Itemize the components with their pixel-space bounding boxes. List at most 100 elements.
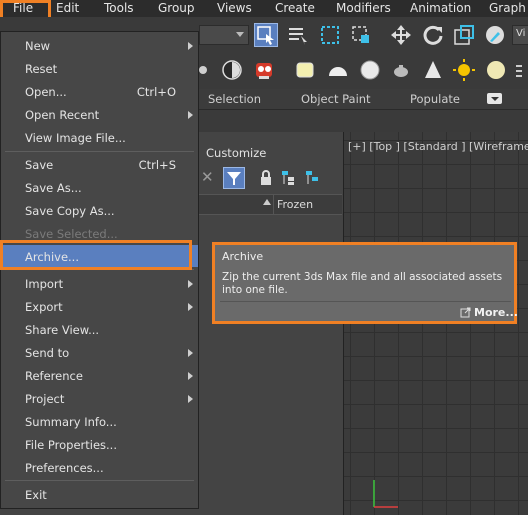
tooltip-body: Zip the current 3ds Max file and all ass… <box>222 271 503 296</box>
menu-graph[interactable]: Graph <box>489 1 526 15</box>
rect-select-icon <box>321 26 339 44</box>
viewport-label[interactable]: [+] [Top ] [Standard ] [Wireframe ] <box>348 140 528 153</box>
rectangular-selection-button[interactable] <box>319 24 341 46</box>
toolbar-overflow[interactable] <box>516 61 524 79</box>
render-button[interactable] <box>253 59 275 81</box>
render-teapot-icon <box>256 63 272 79</box>
ribbon-tab-populate[interactable]: Populate <box>410 92 460 106</box>
move-icon <box>391 25 411 45</box>
cone-button[interactable] <box>422 59 444 81</box>
save-shortcut: Ctrl+S <box>138 158 176 172</box>
chevron-down-icon <box>491 97 499 101</box>
menu-item-reference-label: Reference <box>25 369 83 383</box>
frozen-column-header[interactable]: Frozen <box>277 198 313 211</box>
ribbon-tab-selection[interactable]: Selection <box>208 92 261 106</box>
menu-item-summary-info-label: Summary Info... <box>25 415 117 429</box>
ribbon-tab-object-paint[interactable]: Object Paint <box>301 92 371 106</box>
menu-item-save-selected-label: Save Selected... <box>25 227 118 241</box>
menu-customize[interactable]: Customize <box>206 146 266 160</box>
menu-item-preferences[interactable]: Preferences... <box>1 456 198 478</box>
menu-item-preferences-label: Preferences... <box>25 461 104 475</box>
sort-up-icon[interactable] <box>263 199 271 205</box>
menu-item-import[interactable]: Import <box>1 272 198 294</box>
scale-button[interactable] <box>453 24 475 46</box>
external-link-icon <box>460 307 471 318</box>
selection-set-combo[interactable] <box>199 25 249 45</box>
menu-item-open-recent[interactable]: Open Recent <box>1 103 198 125</box>
menu-item-save-copy-as[interactable]: Save Copy As... <box>1 199 198 221</box>
cone-icon <box>425 61 441 78</box>
square-light-icon <box>296 62 314 78</box>
filter-button[interactable] <box>223 167 245 189</box>
menu-item-new[interactable]: New <box>1 34 198 56</box>
view-combo[interactable]: Vi <box>512 25 528 45</box>
menu-item-new-label: New <box>25 39 51 53</box>
sphere-button[interactable] <box>359 59 381 81</box>
menu-item-reference[interactable]: Reference <box>1 364 198 386</box>
menu-item-export-label: Export <box>25 300 63 314</box>
menu-item-export[interactable]: Export <box>1 295 198 317</box>
menu-item-open-label: Open... <box>25 85 67 99</box>
menu-views[interactable]: Views <box>217 1 252 15</box>
menu-item-view-image[interactable]: View Image File... <box>1 126 198 148</box>
placement-button[interactable] <box>484 24 506 46</box>
menu-item-file-properties[interactable]: File Properties... <box>1 433 198 455</box>
menu-animation[interactable]: Animation <box>410 1 471 15</box>
sky-button[interactable] <box>327 59 349 81</box>
menu-group[interactable]: Group <box>158 1 195 15</box>
move-button[interactable] <box>390 24 412 46</box>
menu-item-share-view-label: Share View... <box>25 323 100 337</box>
render-setup-icon <box>222 60 242 80</box>
rotate-button[interactable] <box>422 24 444 46</box>
hierarchy-icon[interactable] <box>281 170 295 186</box>
teapot-button[interactable] <box>390 59 412 81</box>
close-icon[interactable]: ✕ <box>201 168 214 186</box>
submenu-arrow-icon <box>188 111 193 119</box>
select-by-name-button[interactable] <box>287 24 309 46</box>
menu-item-reset[interactable]: Reset <box>1 57 198 79</box>
ribbon-options-button[interactable] <box>487 93 502 104</box>
view-combo-label: Vi <box>516 28 526 39</box>
archive-highlight <box>0 240 192 270</box>
crossing-icon <box>352 26 369 43</box>
menu-create[interactable]: Create <box>275 1 315 15</box>
eyedropper-icon <box>486 26 504 44</box>
filter-icon <box>227 172 241 185</box>
teapot-shape-icon <box>394 65 408 77</box>
menu-item-open[interactable]: Open... Ctrl+O <box>1 80 198 102</box>
teapot-small-button[interactable] <box>197 59 219 81</box>
menu-item-save[interactable]: Save Ctrl+S <box>1 153 198 175</box>
hierarchy-alt-icon[interactable] <box>305 170 319 186</box>
default-lighting-button[interactable] <box>294 59 316 81</box>
menu-item-project[interactable]: Project <box>1 387 198 409</box>
ribbon-panel <box>197 110 528 132</box>
column-divider <box>273 195 274 214</box>
dome-icon <box>329 67 347 76</box>
menu-item-project-label: Project <box>25 392 65 406</box>
chevron-down-icon <box>236 32 244 37</box>
render-setup-button[interactable] <box>221 59 243 81</box>
select-object-button[interactable] <box>254 23 278 47</box>
sun-button[interactable] <box>453 59 475 81</box>
list-icon <box>289 28 307 45</box>
menu-edit[interactable]: Edit <box>56 1 79 15</box>
menu-item-exit[interactable]: Exit <box>1 483 198 505</box>
menu-item-summary-info[interactable]: Summary Info... <box>1 410 198 432</box>
column-header: Frozen <box>197 194 342 215</box>
submenu-arrow-icon <box>188 303 193 311</box>
environment-button[interactable] <box>485 59 507 81</box>
menu-item-share-view[interactable]: Share View... <box>1 318 198 340</box>
tooltip-more-link[interactable]: More... <box>474 306 518 319</box>
lock-icon[interactable] <box>259 170 273 186</box>
submenu-arrow-icon <box>188 395 193 403</box>
menu-item-view-image-label: View Image File... <box>25 131 126 145</box>
menu-item-import-label: Import <box>25 277 64 291</box>
menu-separator <box>5 480 194 481</box>
menu-item-save-as[interactable]: Save As... <box>1 176 198 198</box>
teapot-icon <box>199 66 207 74</box>
select-arrow-icon <box>257 26 274 45</box>
window-crossing-button[interactable] <box>350 24 372 46</box>
menu-modifiers[interactable]: Modifiers <box>336 1 391 15</box>
menu-item-send-to[interactable]: Send to <box>1 341 198 363</box>
menu-tools[interactable]: Tools <box>104 1 134 15</box>
